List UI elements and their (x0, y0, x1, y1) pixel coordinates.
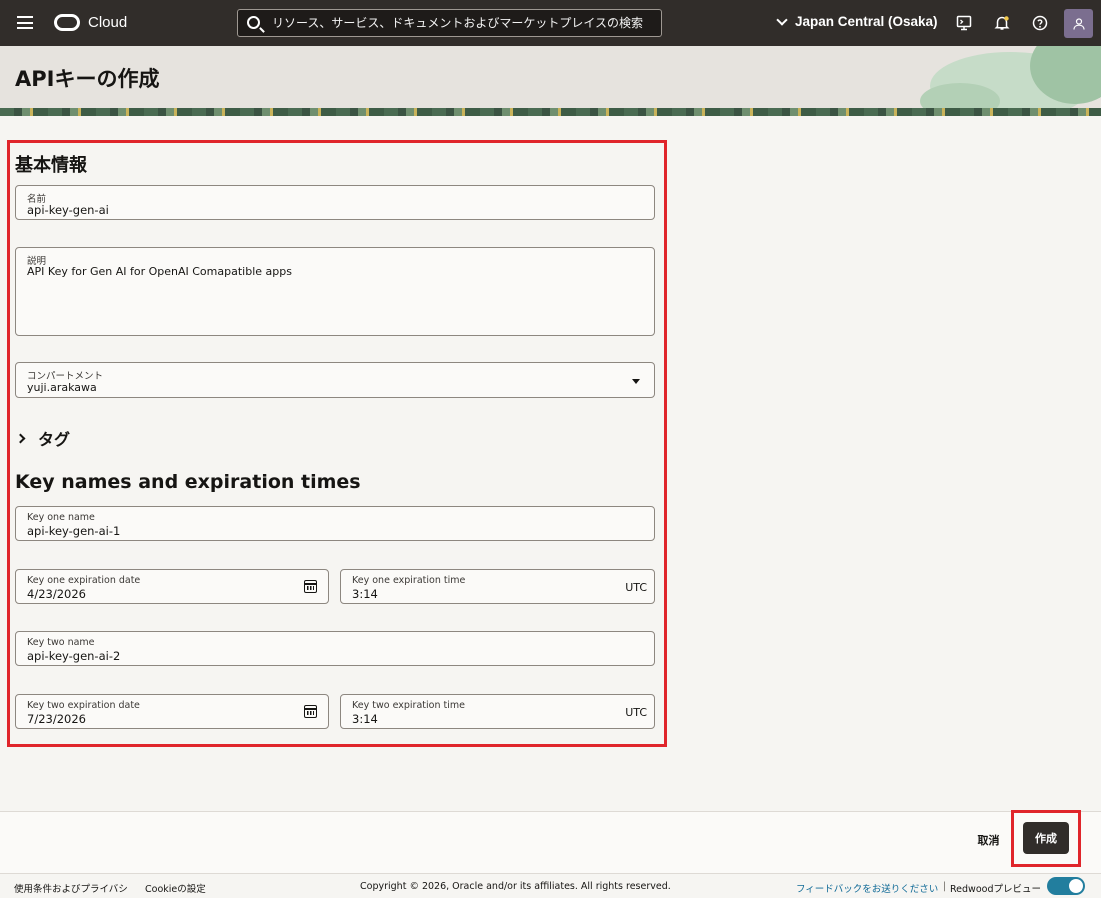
chevron-down-icon (776, 13, 788, 26)
search-icon (247, 16, 260, 29)
brand-label[interactable]: Cloud (88, 14, 127, 31)
key-two-name-label: Key two name (27, 637, 95, 648)
cloud-shell-icon[interactable] (955, 14, 973, 32)
terms-link[interactable]: 使用条件およびプライバシ (14, 881, 128, 895)
feedback-link[interactable]: フィードバックをお送りください (796, 881, 938, 895)
chevron-right-icon (15, 433, 26, 443)
description-field[interactable]: 説明 API Key for Gen AI for OpenAI Comapat… (15, 247, 655, 336)
compartment-select[interactable]: コンパートメント yuji.arakawa (15, 362, 655, 398)
key-two-expiration-time-field[interactable]: Key two expiration time 3:14 UTC (340, 694, 655, 729)
key-one-expiration-time-field[interactable]: Key one expiration time 3:14 UTC (340, 569, 655, 604)
key-one-expiration-time-label: Key one expiration time (352, 575, 466, 586)
top-nav-bar: Cloud Japan Central (Osaka) (0, 0, 1101, 46)
key-one-name-field[interactable]: Key one name api-key-gen-ai-1 (15, 506, 655, 541)
bell-icon[interactable] (993, 14, 1011, 32)
compartment-value: yuji.arakawa (27, 381, 97, 394)
calendar-icon[interactable] (304, 580, 317, 593)
description-value: API Key for Gen AI for OpenAI Comapatibl… (27, 265, 292, 278)
key-one-expiration-time-value: 3:14 (352, 587, 378, 601)
copyright-text: Copyright © 2026, Oracle and/or its affi… (360, 881, 671, 892)
redwood-preview-label: Redwoodプレビュー (950, 884, 1041, 895)
key-one-name-value: api-key-gen-ai-1 (27, 524, 121, 538)
header-decoration (920, 46, 1101, 110)
key-two-name-value: api-key-gen-ai-2 (27, 649, 121, 663)
action-bar (0, 811, 1101, 873)
timezone-suffix: UTC (625, 581, 647, 594)
search-box[interactable] (237, 9, 662, 37)
key-names-heading: Key names and expiration times (15, 471, 361, 493)
page-title: APIキーの作成 (15, 67, 160, 91)
hamburger-menu-icon[interactable] (17, 16, 33, 29)
compartment-label: コンパートメント (27, 371, 104, 382)
user-icon (1072, 17, 1085, 30)
cancel-button[interactable]: 取消 (966, 830, 1011, 850)
timezone-suffix: UTC (625, 706, 647, 719)
key-two-expiration-time-label: Key two expiration time (352, 700, 465, 711)
user-avatar[interactable] (1064, 9, 1093, 38)
region-label: Japan Central (Osaka) (795, 14, 938, 29)
name-field[interactable]: 名前 api-key-gen-ai (15, 185, 655, 220)
tags-label: タグ (38, 430, 71, 449)
key-one-expiration-date-value: 4/23/2026 (27, 587, 86, 601)
region-selector[interactable]: Japan Central (Osaka) (776, 13, 938, 29)
key-two-expiration-time-value: 3:14 (352, 712, 378, 726)
cookie-settings-link[interactable]: Cookieの設定 (145, 881, 206, 895)
tags-expander[interactable]: タグ (15, 426, 71, 450)
key-one-expiration-date-label: Key one expiration date (27, 575, 141, 586)
page-header: APIキーの作成 (0, 46, 1101, 116)
footer-bar: 使用条件およびプライバシ Cookieの設定 Copyright © 2026,… (0, 873, 1101, 898)
redwood-preview-toggle[interactable] (1047, 877, 1085, 895)
search-input[interactable] (272, 13, 652, 33)
basic-info-heading: 基本情報 (15, 155, 87, 176)
key-two-expiration-date-field[interactable]: Key two expiration date 7/23/2026 (15, 694, 329, 729)
create-button[interactable]: 作成 (1023, 822, 1069, 854)
key-one-name-label: Key one name (27, 512, 95, 523)
oracle-logo[interactable] (54, 14, 80, 31)
footer-separator: | (943, 881, 947, 892)
key-two-expiration-date-label: Key two expiration date (27, 700, 140, 711)
key-one-expiration-date-field[interactable]: Key one expiration date 4/23/2026 (15, 569, 329, 604)
help-icon[interactable] (1031, 14, 1049, 32)
key-two-name-field[interactable]: Key two name api-key-gen-ai-2 (15, 631, 655, 666)
decorative-strip (0, 108, 1101, 116)
calendar-icon[interactable] (304, 705, 317, 718)
dropdown-caret-icon (632, 379, 640, 384)
name-value: api-key-gen-ai (27, 203, 109, 217)
key-two-expiration-date-value: 7/23/2026 (27, 712, 86, 726)
